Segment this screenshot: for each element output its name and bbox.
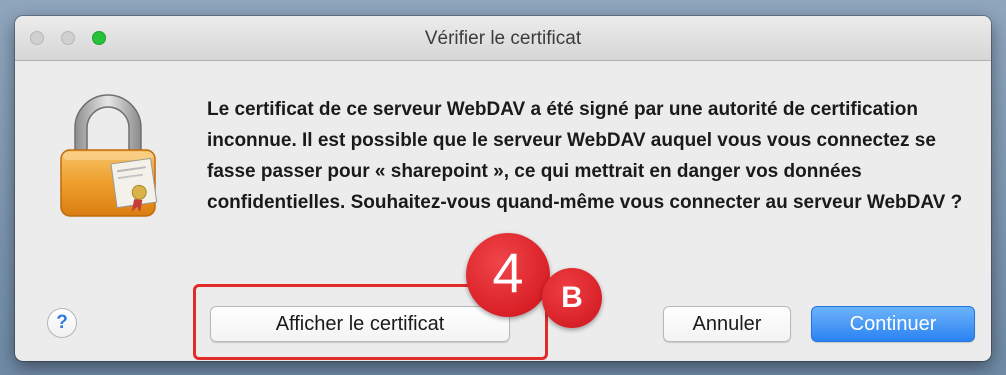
window-title: Vérifier le certificat bbox=[424, 28, 582, 49]
step-letter-badge: B bbox=[542, 268, 602, 328]
continue-button[interactable]: Continuer bbox=[811, 306, 975, 342]
dialog-message: Le certificat de ce serveur WebDAV a été… bbox=[207, 99, 963, 213]
cancel-button[interactable]: Annuler bbox=[663, 306, 791, 342]
step-number-badge: 4 bbox=[466, 233, 550, 317]
lock-certificate-icon bbox=[60, 94, 158, 217]
help-button[interactable]: ? bbox=[47, 308, 77, 338]
title-bar[interactable]: Vérifier le certificat bbox=[15, 16, 991, 61]
